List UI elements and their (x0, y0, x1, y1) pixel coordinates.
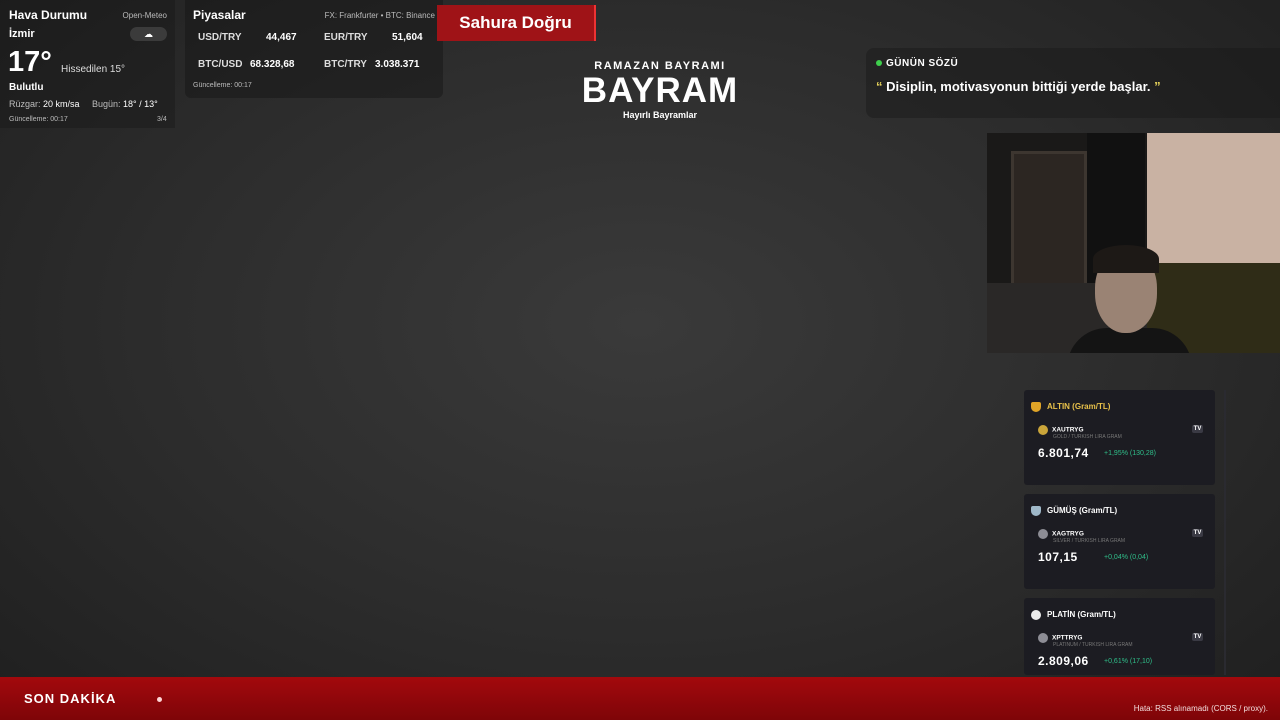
rate-label: BTC/TRY (324, 59, 367, 70)
metal-change: +1,95% (130,28) (1104, 450, 1156, 457)
ticker-label: SON DAKİKA (24, 691, 117, 706)
coin-icon (1038, 425, 1048, 435)
quote-body: Disiplin, motivasyonun bittiği yerde baş… (886, 79, 1151, 94)
close-quote-mark: ” (1154, 79, 1161, 94)
live-dot-icon (876, 60, 882, 67)
webcam-wall (1147, 133, 1280, 278)
weather-page-indicator: 3/4 (157, 116, 167, 123)
today-label: Bugün: (92, 99, 121, 109)
webcam-person-hair (1093, 245, 1159, 273)
weather-updated: Güncelleme: 00:17 (9, 116, 68, 123)
rate-label: USD/TRY (198, 32, 242, 43)
weather-city: İzmir (9, 28, 35, 40)
platinum-circle-icon (1031, 610, 1041, 620)
metal-card-platinum: PLATİN (Gram/TL) XPTTRYG PLATINUM / TURK… (1024, 598, 1215, 675)
tradingview-icon[interactable]: TV (1192, 529, 1203, 537)
ticker-dot-icon (157, 697, 162, 702)
weather-source: Open-Meteo (122, 11, 167, 20)
markets-source: FX: Frankfurter • BTC: Binance (324, 11, 435, 20)
rate-value: 68.328,68 (250, 59, 295, 70)
metal-name: PLATİN (Gram/TL) (1047, 610, 1116, 620)
bayram-title: BAYRAM (581, 71, 739, 110)
quote-header-label: GÜNÜN SÖZÜ (886, 58, 959, 69)
metal-change: +0,04% (0,04) (1104, 554, 1149, 561)
rate-value: 44,467 (266, 32, 297, 43)
metal-description: PLATINUM / TURKISH LIRA GRAM (1053, 642, 1133, 648)
metal-description: GOLD / TURKISH LIRA GRAM (1053, 434, 1122, 440)
tradingview-icon[interactable]: TV (1192, 425, 1203, 433)
markets-updated: Güncelleme: 00:17 (193, 82, 252, 89)
rate-value: 3.038.371 (375, 59, 420, 70)
markets-widget: Piyasalar FX: Frankfurter • BTC: Binance… (185, 0, 443, 98)
sahur-label: Sahura Doğru (459, 13, 572, 32)
metal-description: SILVER / TURKISH LIRA GRAM (1053, 538, 1126, 544)
weather-condition: Bulutlu (9, 82, 44, 93)
weather-wind: Rüzgar: 20 km/sa (9, 99, 80, 109)
wind-value: 20 km/sa (43, 99, 80, 109)
gold-medal-icon (1031, 402, 1041, 412)
bayram-caption: Hayırlı Bayramlar (622, 110, 698, 120)
open-quote-mark: “ (876, 79, 883, 94)
metal-card-gold: ALTIN (Gram/TL) XAUTRYG GOLD / TURKISH L… (1024, 390, 1215, 485)
weather-widget: Hava Durumu Open-Meteo İzmir ☁ 17° Hisse… (0, 0, 175, 128)
metal-card-header: ALTIN (Gram/TL) (1031, 402, 1110, 412)
weather-title: Hava Durumu (9, 8, 88, 22)
metals-panel: ALTIN (Gram/TL) XAUTRYG GOLD / TURKISH L… (1024, 390, 1226, 675)
metal-price: 6.801,74 (1038, 446, 1089, 460)
metal-price: 107,15 (1038, 550, 1078, 564)
rate-label: BTC/USD (198, 59, 243, 70)
quote-widget: GÜNÜN SÖZÜ “ Disiplin, motivasyonun bitt… (866, 48, 1280, 118)
weather-today: Bugün: 18° / 13° (92, 99, 158, 109)
quote-header: GÜNÜN SÖZÜ (876, 58, 958, 69)
sahur-banner: Sahura Doğru (437, 5, 596, 41)
metal-card-header: GÜMÜŞ (Gram/TL) (1031, 506, 1117, 516)
coin-icon (1038, 633, 1048, 643)
metal-name: GÜMÜŞ (Gram/TL) (1047, 506, 1118, 516)
cloud-icon: ☁ (130, 27, 167, 41)
webcam-feed (987, 133, 1280, 353)
weather-feels-like: Hissedilen 15° (61, 64, 126, 75)
breaking-news-ticker: SON DAKİKA Hata: RSS alınamadı (CORS / p… (0, 677, 1280, 720)
metals-panel-border (1224, 390, 1226, 675)
rate-label: EUR/TRY (324, 32, 368, 43)
markets-title: Piyasalar (193, 8, 246, 22)
metal-name: ALTIN (Gram/TL) (1047, 402, 1111, 412)
metal-card-silver: GÜMÜŞ (Gram/TL) XAGTRYG SILVER / TURKISH… (1024, 494, 1215, 589)
bayram-title-block: RAMAZAN BAYRAMI BAYRAM Hayırlı Bayramlar (540, 60, 780, 120)
coin-icon (1038, 529, 1048, 539)
webcam-door (1011, 151, 1087, 297)
metal-change: +0,61% (17,10) (1104, 658, 1153, 665)
today-value: 18° / 13° (123, 99, 158, 109)
wind-label: Rüzgar: (9, 99, 41, 109)
metal-card-header: PLATİN (Gram/TL) (1031, 610, 1116, 620)
ticker-error: Hata: RSS alınamadı (CORS / proxy). (1133, 704, 1268, 713)
tradingview-icon[interactable]: TV (1192, 633, 1203, 641)
weather-temperature: 17° (8, 46, 52, 78)
silver-medal-icon (1031, 506, 1041, 516)
rate-value: 51,604 (392, 32, 423, 43)
quote-text: “ Disiplin, motivasyonun bittiği yerde b… (876, 79, 1161, 94)
metal-price: 2.809,06 (1038, 654, 1089, 668)
